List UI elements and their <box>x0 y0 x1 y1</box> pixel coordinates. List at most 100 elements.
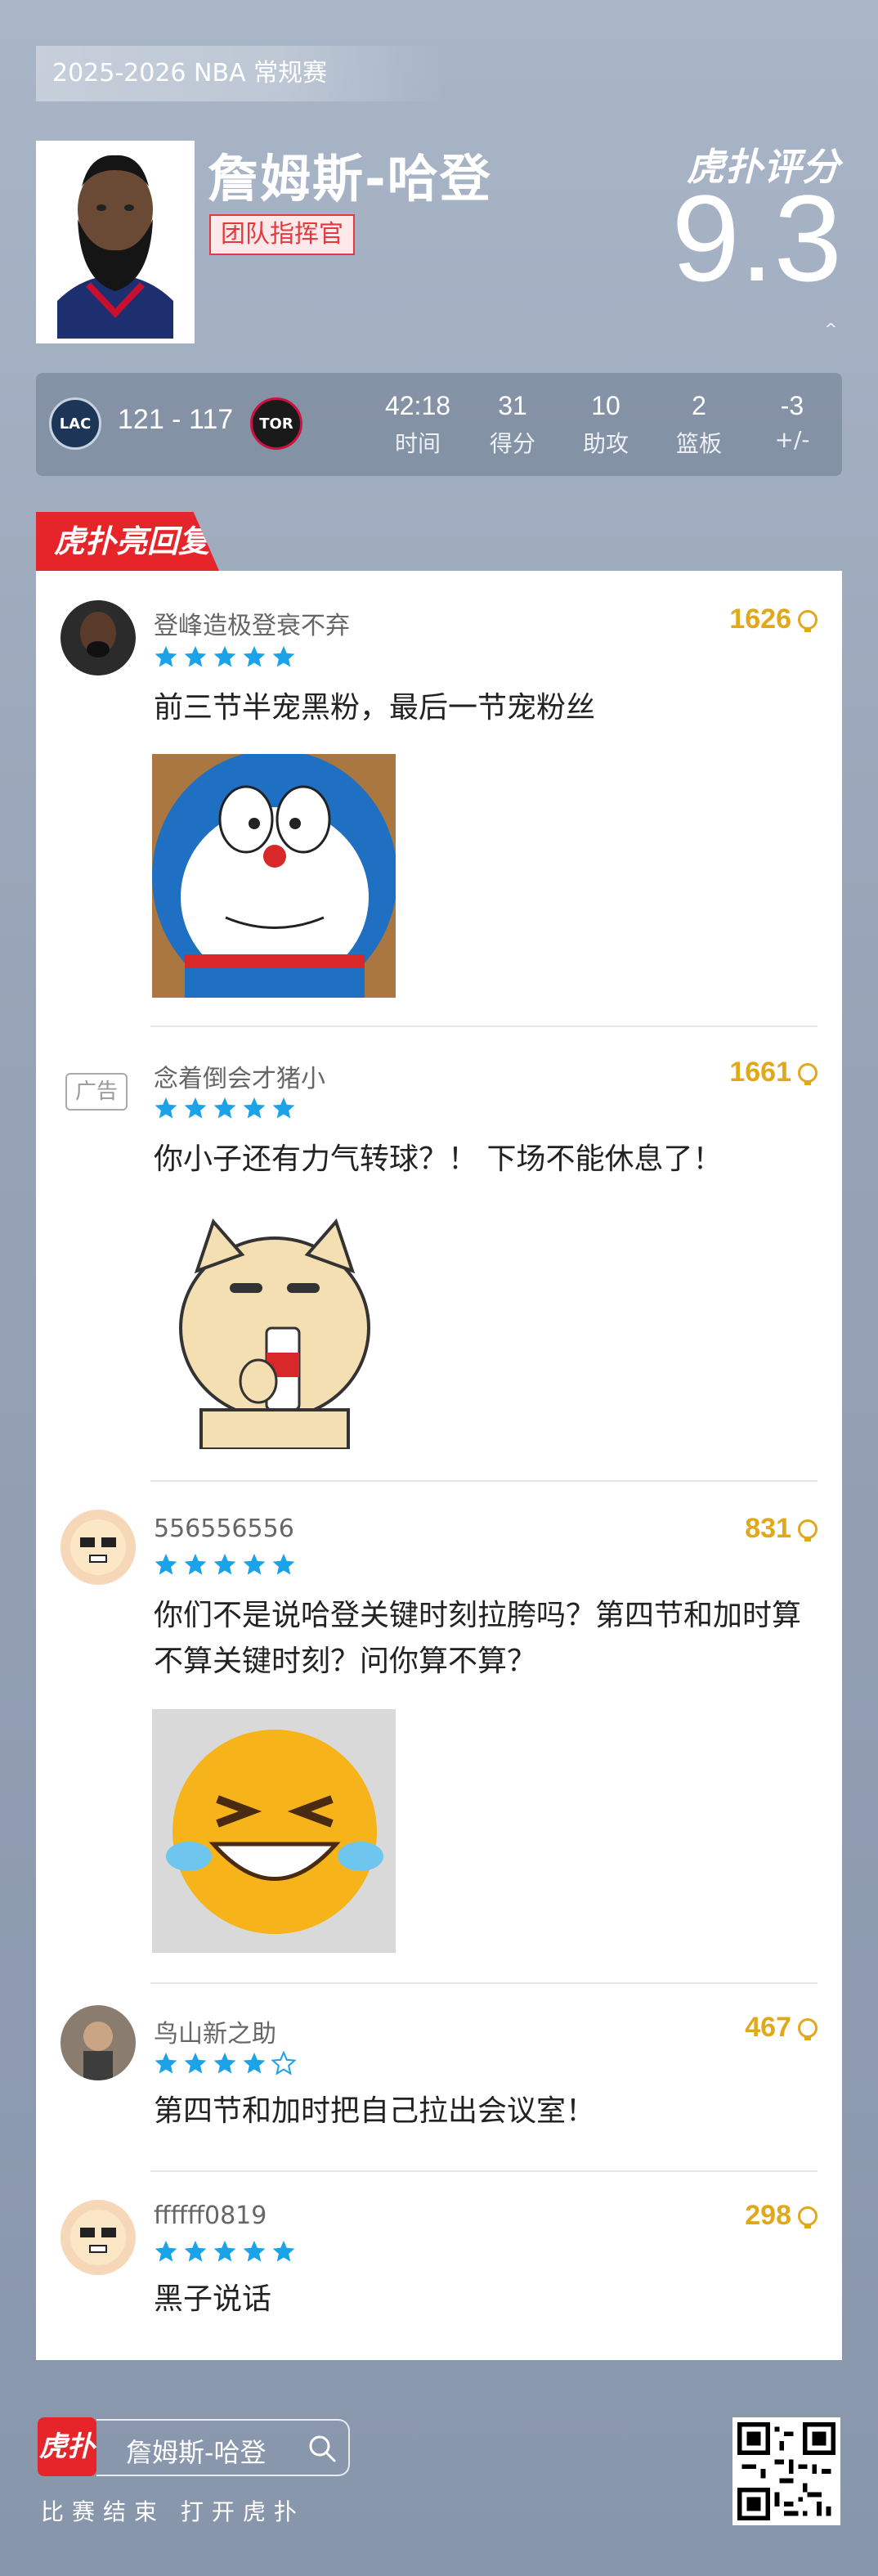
comment-text: 前三节半宠黑粉，最后一节宠粉丝 <box>154 691 596 725</box>
stat-plus-minus: -3 +/- <box>747 391 837 453</box>
star-filled-icon <box>243 2240 266 2262</box>
stat-label: 得分 <box>489 430 535 457</box>
player-photo <box>36 141 195 343</box>
username[interactable]: 556556556 <box>154 1515 294 1543</box>
divider <box>150 1480 818 1482</box>
star-filled-icon <box>213 2052 236 2074</box>
star-filled-icon <box>155 1097 177 1119</box>
lightbulb-icon <box>798 1062 818 1085</box>
rating-stars <box>154 1552 296 1577</box>
like-count[interactable]: 1626 <box>729 604 818 635</box>
star-filled-icon <box>213 1097 236 1119</box>
divider <box>150 1025 818 1027</box>
star-filled-icon <box>213 1553 236 1575</box>
rating-stars <box>154 1096 296 1120</box>
like-count[interactable]: 298 <box>745 2200 818 2232</box>
stat-value: 10 <box>591 391 620 420</box>
star-filled-icon <box>184 1097 207 1119</box>
hupu-app-logo[interactable]: 虎扑 <box>38 2417 96 2476</box>
stat-label: 时间 <box>394 430 441 457</box>
lightbulb-icon <box>798 2017 818 2040</box>
star-filled-icon <box>155 2240 177 2262</box>
like-count-value: 1661 <box>729 1057 791 1088</box>
like-count-value: 298 <box>745 2200 791 2231</box>
like-count-value: 831 <box>745 1513 791 1544</box>
lightbulb-icon <box>798 1519 818 1542</box>
avatar[interactable] <box>60 2200 136 2275</box>
search-icon[interactable] <box>307 2434 337 2463</box>
season-label: 2025-2026 NBA 常规赛 <box>36 46 445 101</box>
divider <box>150 1982 818 1984</box>
star-filled-icon <box>184 645 207 667</box>
comment-text: 第四节和加时把自己拉出会议室！ <box>154 2094 596 2128</box>
star-empty-icon <box>271 2051 296 2076</box>
star-filled-icon <box>243 1097 266 1119</box>
star-filled-icon <box>184 1553 207 1575</box>
stat-rebounds: 2 篮板 <box>654 391 744 459</box>
avatar[interactable] <box>60 600 136 675</box>
like-count[interactable]: 831 <box>745 1513 818 1545</box>
username[interactable]: 登峰造极登衰不弃 <box>154 605 350 641</box>
rating-score: 9.3 <box>671 169 842 307</box>
home-team-logo: LAC <box>49 397 101 450</box>
rating-stars <box>154 2051 296 2076</box>
avatar[interactable] <box>60 1510 136 1585</box>
search-text: 詹姆斯-哈登 <box>126 2437 267 2468</box>
avatar[interactable] <box>60 2005 136 2080</box>
username[interactable]: ffffff0819 <box>154 2201 267 2230</box>
like-count[interactable]: 467 <box>745 2012 818 2044</box>
rating-stars <box>154 2239 296 2264</box>
star-filled-icon <box>272 1553 295 1575</box>
like-count-value: 467 <box>745 2012 791 2043</box>
stat-value: -3 <box>780 391 804 420</box>
lightbulb-icon <box>798 2206 818 2228</box>
comment-text: 你小子还有力气转球？！ 下场不能休息了！ <box>154 1142 723 1176</box>
rating-stars <box>154 644 296 669</box>
doraemon-sticker <box>152 754 396 998</box>
comment-text: 黑子说话 <box>154 2282 272 2316</box>
stat-label: 助攻 <box>582 430 629 457</box>
star-filled-icon <box>243 645 266 667</box>
away-team-logo: TOR <box>250 397 302 450</box>
username[interactable]: 鸟山新之助 <box>154 2013 276 2049</box>
star-filled-icon <box>184 2052 207 2074</box>
qr-code[interactable] <box>732 2417 840 2525</box>
star-filled-icon <box>155 645 177 667</box>
stat-points: 31 得分 <box>468 391 558 459</box>
username[interactable]: 念着倒会才猪小 <box>154 1058 325 1094</box>
stat-value: 42:18 <box>384 391 451 420</box>
stat-assists: 10 助攻 <box>561 391 651 459</box>
ad-badge: 广告 <box>65 1073 128 1111</box>
stat-value: 31 <box>498 391 527 420</box>
star-filled-icon <box>213 645 236 667</box>
star-filled-icon <box>213 2240 236 2262</box>
game-score: 121 - 117 <box>118 404 234 435</box>
star-filled-icon <box>272 645 295 667</box>
stat-label: +/- <box>774 426 810 453</box>
star-filled-icon <box>243 2052 266 2074</box>
player-role-tag: 团队指挥官 <box>209 214 355 255</box>
star-filled-icon <box>155 2052 177 2074</box>
divider <box>150 2170 818 2172</box>
star-filled-icon <box>184 2240 207 2262</box>
like-count-value: 1626 <box>729 604 791 635</box>
section-title: 虎扑亮回复 <box>36 512 219 571</box>
star-filled-icon <box>272 1097 295 1119</box>
star-filled-icon <box>155 1553 177 1575</box>
laughing-emoji-sticker <box>152 1709 396 1953</box>
star-filled-icon <box>272 2240 295 2262</box>
chevron-up-icon: ^ <box>824 321 837 338</box>
open-app-cta[interactable]: 比赛结束 打开虎扑 <box>41 2494 305 2527</box>
comment-text: 你们不是说哈登关键时刻拉胯吗？第四节和加时算不算关键时刻？问你算不算？ <box>154 1599 802 1678</box>
stat-label: 篮板 <box>675 430 722 457</box>
comments-card: 登峰造极登衰不弃 1626 前三节半宠黑粉，最后一节宠粉丝 广告 念着倒会才猪小… <box>36 571 842 2360</box>
game-stat-bar: LAC 121 - 117 TOR 42:18 时间 31 得分 10 助攻 2… <box>36 373 842 476</box>
lightbulb-icon <box>798 609 818 632</box>
shiba-dog-sticker <box>152 1205 396 1449</box>
like-count[interactable]: 1661 <box>729 1057 818 1088</box>
search-box[interactable]: 詹姆斯-哈登 <box>96 2419 350 2476</box>
star-filled-icon <box>243 1553 266 1575</box>
stat-value: 2 <box>692 391 706 420</box>
player-name: 詹姆斯-哈登 <box>208 149 492 209</box>
stat-minutes: 42:18 时间 <box>373 391 463 459</box>
